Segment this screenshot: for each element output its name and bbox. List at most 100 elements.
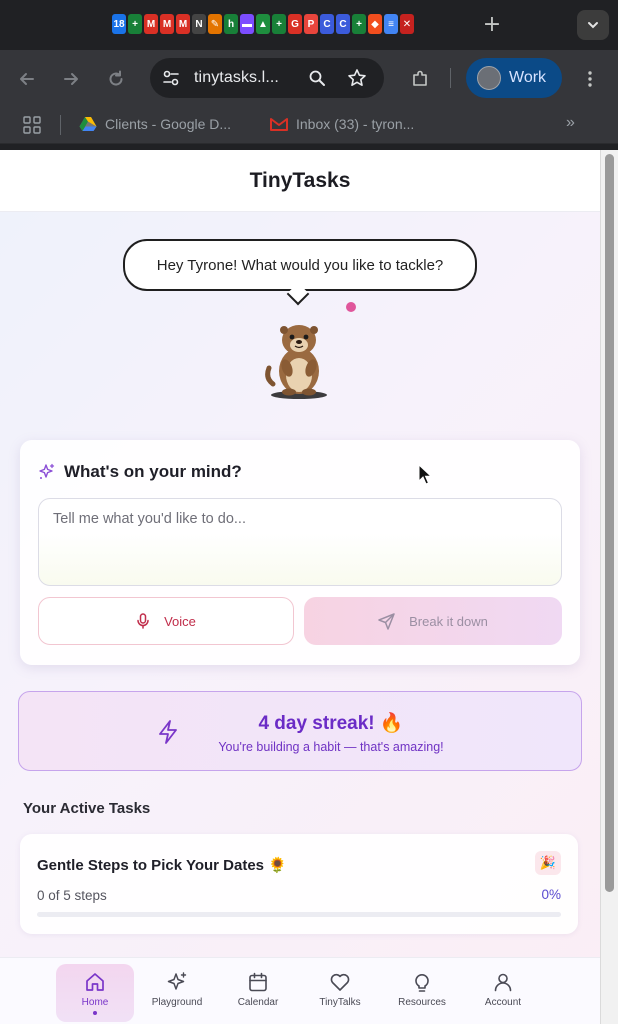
active-tasks-heading: Your Active Tasks: [23, 800, 151, 817]
app-icon[interactable]: h: [224, 14, 238, 34]
bookmark-item[interactable]: Inbox (33) - tyron...: [270, 116, 414, 132]
puzzle-icon: [413, 70, 427, 86]
more-bookmarks-button[interactable]: »: [566, 114, 575, 132]
app-header: TinyTasks: [0, 150, 600, 212]
task-name: Gentle Steps to Pick Your Dates 🌻: [37, 857, 287, 874]
nav-home[interactable]: Home: [56, 964, 134, 1022]
back-button[interactable]: [15, 67, 39, 91]
forward-button[interactable]: [59, 67, 83, 91]
nav-account[interactable]: Account: [464, 964, 542, 1022]
c-icon[interactable]: C: [336, 14, 350, 34]
toolbar-divider: [450, 68, 451, 88]
nav-tinytalks[interactable]: TinyTalks: [301, 964, 379, 1022]
lightbulb-icon: [415, 974, 429, 992]
browser-toolbar: tinytasks.l... Work: [0, 50, 618, 106]
grammarly-icon[interactable]: G: [288, 14, 302, 34]
sparkles-icon: [39, 463, 55, 479]
url-text[interactable]: tinytasks.l...: [194, 69, 279, 87]
nav-label: Resources: [398, 997, 446, 1008]
forms-icon[interactable]: ≡: [384, 14, 398, 34]
google-drive-icon: [79, 117, 97, 131]
active-indicator: [93, 1011, 97, 1015]
heart-icon: [330, 973, 350, 991]
break-it-down-label: Break it down: [409, 613, 488, 629]
streak-subtitle: You're building a habit — that's amazing…: [218, 740, 444, 754]
arrow-left-icon: [20, 73, 34, 85]
pencil-icon[interactable]: ✎: [208, 14, 222, 34]
task-progress-bar: [37, 912, 561, 917]
drive-icon[interactable]: ▲: [256, 14, 270, 34]
user-icon: [494, 973, 512, 992]
browser-menu-button[interactable]: [578, 67, 602, 91]
gmail-icon[interactable]: M: [144, 14, 158, 34]
sheets-plus-icon[interactable]: +: [272, 14, 286, 34]
gmail-icon[interactable]: M: [176, 14, 190, 34]
profile-label: Work: [509, 69, 547, 86]
tab-strip: 18 + M M M N ✎ h ▬ ▲ + G P C C + ◆ ≡ ✕ +: [0, 0, 618, 50]
mind-card-header: What's on your mind?: [38, 462, 242, 482]
tinytasks-page: TinyTasks Hey Tyrone! What would you lik…: [0, 150, 600, 1024]
microphone-icon: [137, 613, 149, 629]
send-icon: [378, 612, 395, 630]
arrow-right-icon: [64, 73, 78, 85]
mouse-cursor-icon: [418, 464, 432, 485]
celebration-icon[interactable]: 🎉: [535, 851, 561, 875]
app-title: TinyTasks: [249, 168, 351, 192]
close-icon[interactable]: ✕: [400, 14, 414, 34]
page-scrollbar[interactable]: [600, 150, 618, 1024]
mind-card: What's on your mind? Voice Break it down: [20, 440, 580, 665]
chevron-down-icon: [588, 22, 598, 29]
calendar-icon: [249, 972, 267, 992]
task-card[interactable]: Gentle Steps to Pick Your Dates 🌻 🎉 0 of…: [20, 834, 578, 934]
bookmark-star-icon[interactable]: [347, 68, 367, 88]
task-input[interactable]: [38, 498, 562, 586]
notification-dot: [346, 302, 356, 312]
site-settings-icon: [163, 70, 179, 86]
break-it-down-button[interactable]: Break it down: [304, 597, 562, 645]
mind-card-title: What's on your mind?: [64, 462, 242, 481]
streak-title: 4 day streak! 🔥: [258, 713, 404, 734]
apps-grid-icon[interactable]: [23, 116, 41, 139]
nav-label: Account: [484, 997, 522, 1008]
nav-calendar[interactable]: Calendar: [219, 964, 297, 1022]
tab-favicons[interactable]: 18 + M M M N ✎ h ▬ ▲ + G P C C + ◆ ≡ ✕: [112, 14, 414, 34]
otter-mascot-icon[interactable]: [263, 318, 335, 400]
bookmarks-divider: [60, 115, 61, 135]
address-bar[interactable]: tinytasks.l...: [150, 58, 384, 98]
calendar-icon[interactable]: 18: [112, 14, 126, 34]
gmail-icon[interactable]: M: [160, 14, 174, 34]
profile-button[interactable]: Work: [466, 58, 562, 98]
bottom-nav: Home Playground Calendar TinyTalks Resou…: [0, 957, 600, 1024]
figma-icon[interactable]: ◆: [368, 14, 382, 34]
bookmark-item[interactable]: Clients - Google D...: [79, 116, 231, 132]
sheets-plus-icon[interactable]: +: [128, 14, 142, 34]
tab-search-button[interactable]: [577, 10, 609, 40]
p-icon[interactable]: P: [304, 14, 318, 34]
avatar: [477, 66, 501, 90]
new-tab-button[interactable]: +: [482, 12, 502, 37]
voice-label: Voice: [164, 613, 196, 629]
bookmark-label: Clients - Google D...: [105, 116, 232, 132]
zoom-icon[interactable]: [308, 69, 326, 87]
voice-button[interactable]: Voice: [38, 597, 294, 645]
extensions-button[interactable]: [408, 67, 432, 91]
greeting-text: Hey Tyrone! What would you like to tackl…: [156, 256, 444, 274]
scrollbar-thumb[interactable]: [605, 154, 614, 892]
reload-button[interactable]: [104, 67, 128, 91]
greeting-bubble: Hey Tyrone! What would you like to tackl…: [123, 239, 477, 291]
nav-label: Playground: [151, 997, 203, 1008]
bookmark-label: Inbox (33) - tyron...: [296, 116, 415, 132]
notion-icon[interactable]: N: [192, 14, 206, 34]
gmail-icon: [270, 118, 288, 131]
nav-label: Home: [81, 997, 109, 1008]
nav-resources[interactable]: Resources: [383, 964, 461, 1022]
task-percent: 0%: [541, 887, 561, 902]
nav-playground[interactable]: Playground: [138, 964, 216, 1022]
sheets-plus-icon[interactable]: +: [352, 14, 366, 34]
kebab-menu-icon: [588, 71, 592, 87]
c-icon[interactable]: C: [320, 14, 334, 34]
bookmarks-bar: Clients - Google D... Inbox (33) - tyron…: [0, 106, 618, 144]
task-steps: 0 of 5 steps: [37, 888, 107, 903]
slides-icon[interactable]: ▬: [240, 14, 254, 34]
reload-icon: [109, 70, 123, 86]
